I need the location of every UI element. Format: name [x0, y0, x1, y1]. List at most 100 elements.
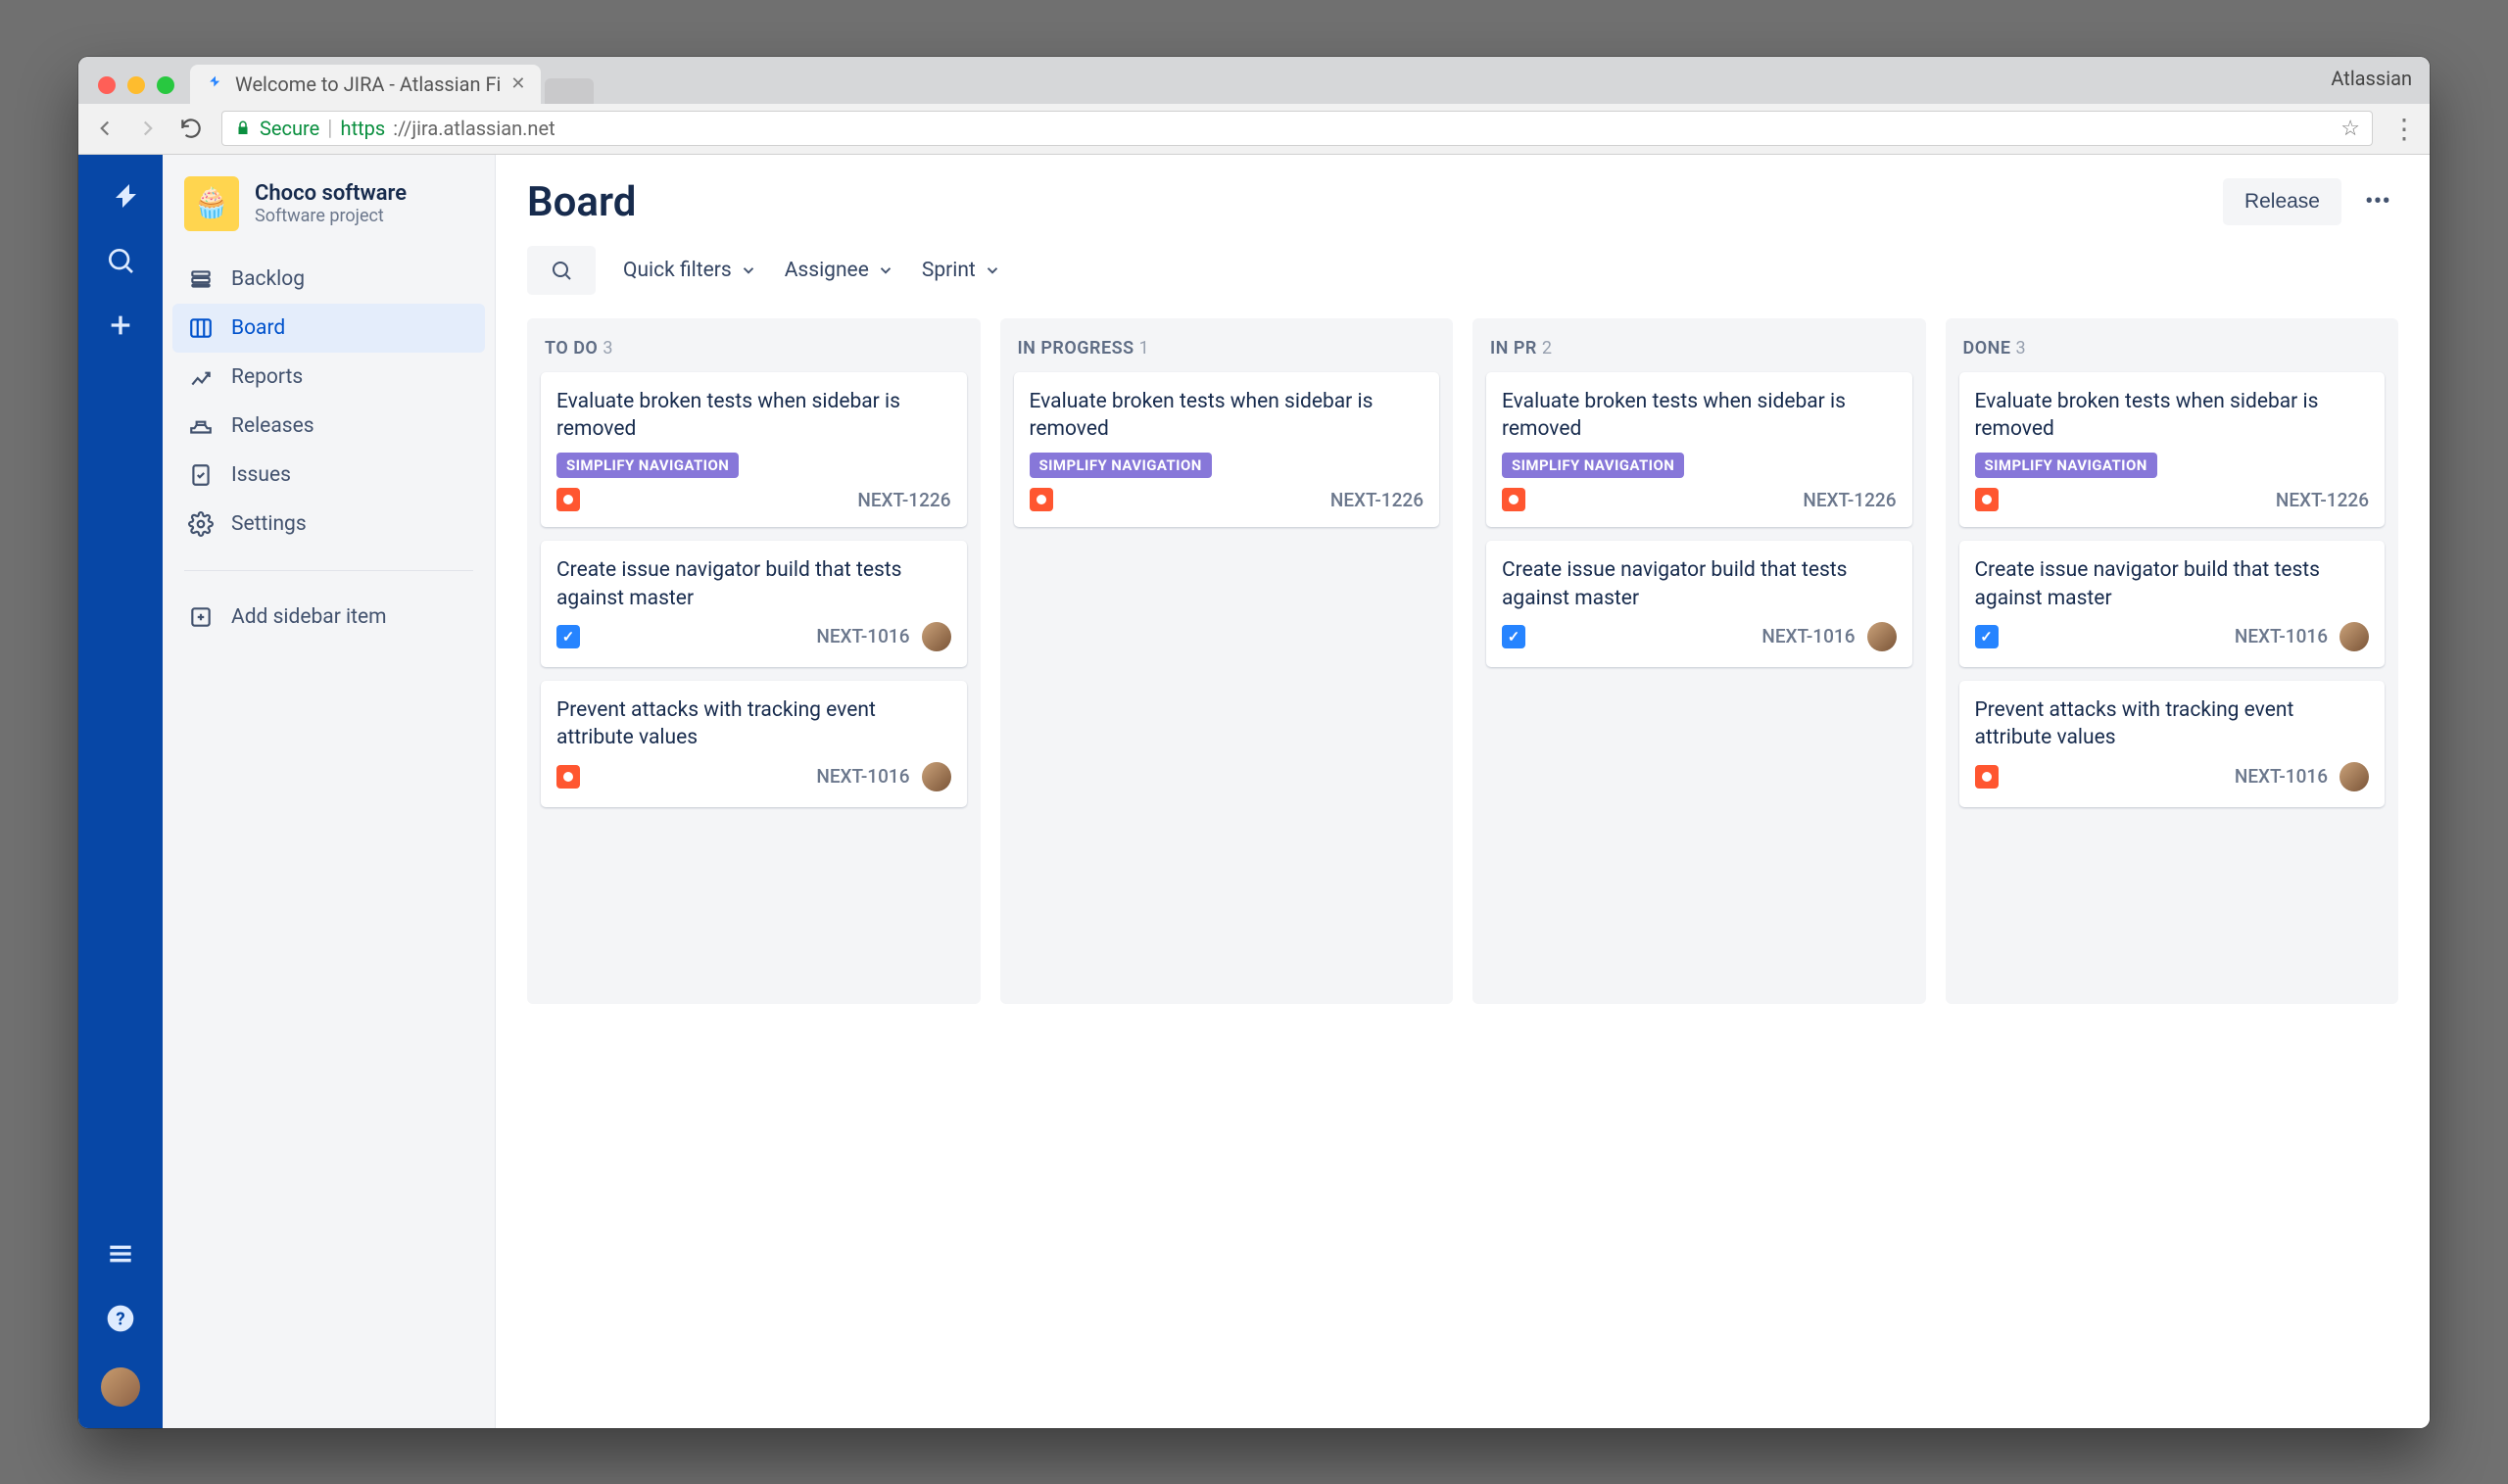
sidebar-item-reports[interactable]: Reports	[172, 353, 485, 402]
sidebar-item-label: Reports	[231, 365, 303, 389]
help-icon[interactable]: ?	[105, 1303, 136, 1334]
new-tab-button[interactable]	[545, 78, 594, 104]
board-column[interactable]: IN PR 2 Evaluate broken tests when sideba…	[1472, 318, 1926, 1004]
browser-profile-label[interactable]: Atlassian	[2331, 67, 2412, 90]
card-title: Prevent attacks with tracking event attr…	[1975, 696, 2370, 752]
epic-label[interactable]: SIMPLIFY NAVIGATION	[556, 453, 739, 478]
window-close-button[interactable]	[98, 76, 116, 94]
menu-icon[interactable]	[105, 1238, 136, 1269]
window-minimize-button[interactable]	[127, 76, 145, 94]
board-column[interactable]: IN PROGRESS 1 Evaluate broken tests when …	[1000, 318, 1454, 1004]
card-footer: NEXT-1016	[556, 622, 951, 651]
project-name: Choco software	[255, 181, 407, 206]
project-header[interactable]: 🧁 Choco software Software project	[163, 176, 495, 249]
card-footer-right: NEXT-1016	[2235, 622, 2369, 651]
card-title: Create issue navigator build that tests …	[1502, 556, 1897, 612]
card-footer-left	[1502, 625, 1525, 648]
sidebar-item-backlog[interactable]: Backlog	[172, 255, 485, 304]
assignee-avatar[interactable]	[922, 622, 951, 651]
issue-card[interactable]: Prevent attacks with tracking event attr…	[1959, 681, 2386, 807]
card-footer-left	[556, 625, 580, 648]
url-rest: ://jira.atlassian.net	[393, 117, 555, 140]
profile-avatar[interactable]	[101, 1367, 140, 1407]
issue-key: NEXT-1016	[2235, 625, 2328, 647]
issue-key: NEXT-1016	[816, 765, 909, 788]
browser-menu-icon[interactable]: ⋮	[2390, 113, 2416, 145]
issue-card[interactable]: Evaluate broken tests when sidebar is re…	[1959, 372, 2386, 528]
reload-icon[interactable]	[178, 116, 204, 141]
issue-card[interactable]: Create issue navigator build that tests …	[1486, 541, 1912, 667]
issue-card[interactable]: Evaluate broken tests when sidebar is re…	[1014, 372, 1440, 528]
epic-label[interactable]: SIMPLIFY NAVIGATION	[1975, 453, 2157, 478]
issue-key: NEXT-1226	[1803, 489, 1896, 511]
issue-type-task-icon	[1975, 625, 1999, 648]
sidebar-add-item[interactable]: Add sidebar item	[172, 593, 485, 642]
issue-type-bug-icon	[1975, 488, 1999, 511]
bookmark-star-icon[interactable]: ☆	[2340, 117, 2360, 141]
epic-label[interactable]: SIMPLIFY NAVIGATION	[1502, 453, 1684, 478]
sidebar-item-board[interactable]: Board	[172, 304, 485, 353]
gear-icon	[188, 511, 214, 537]
issue-card[interactable]: Evaluate broken tests when sidebar is re…	[1486, 372, 1912, 528]
create-icon[interactable]	[105, 310, 136, 341]
sidebar-item-settings[interactable]: Settings	[172, 500, 485, 549]
sidebar-item-label: Backlog	[231, 267, 305, 291]
issue-type-task-icon	[1502, 625, 1525, 648]
epic-label[interactable]: SIMPLIFY NAVIGATION	[1030, 453, 1212, 478]
board-column[interactable]: TO DO 3 Evaluate broken tests when sideba…	[527, 318, 981, 1004]
card-footer: NEXT-1016	[1502, 622, 1897, 651]
card-footer-right: NEXT-1226	[857, 489, 950, 511]
board-column[interactable]: DONE 3Evaluate broken tests when sidebar…	[1946, 318, 2399, 1004]
page-title: Board	[527, 178, 636, 226]
assignee-avatar[interactable]	[2339, 622, 2369, 651]
tab-close-icon[interactable]: ✕	[510, 73, 525, 94]
chevron-down-icon	[877, 262, 894, 279]
issue-type-bug-icon	[1975, 765, 1999, 789]
column-count: 2	[1542, 338, 1553, 359]
column-name: IN PR	[1490, 338, 1537, 359]
sidebar-item-issues[interactable]: Issues	[172, 451, 485, 500]
sidebar-item-releases[interactable]: Releases	[172, 402, 485, 451]
column-count: 1	[1139, 338, 1150, 359]
sidebar-divider	[184, 570, 473, 571]
assignee-avatar[interactable]	[1867, 622, 1897, 651]
sprint-dropdown[interactable]: Sprint	[922, 259, 1001, 282]
issue-card[interactable]: Evaluate broken tests when sidebar is re…	[541, 372, 967, 528]
issue-key: NEXT-1226	[2276, 489, 2369, 511]
card-footer-right: NEXT-1226	[1803, 489, 1896, 511]
issue-type-task-icon	[556, 625, 580, 648]
backlog-icon	[188, 266, 214, 292]
card-footer-left	[1030, 488, 1053, 511]
more-actions-button[interactable]: •••	[2357, 181, 2398, 222]
address-bar[interactable]: Secure | https://jira.atlassian.net ☆	[221, 111, 2373, 146]
release-button[interactable]: Release	[2223, 178, 2341, 225]
issue-card[interactable]: Prevent attacks with tracking event attr…	[541, 681, 967, 807]
jira-logo-icon[interactable]	[105, 180, 136, 212]
card-footer: NEXT-1016	[1975, 762, 2370, 791]
issue-card[interactable]: Create issue navigator build that tests …	[1959, 541, 2386, 667]
assignee-dropdown[interactable]: Assignee	[785, 259, 894, 282]
card-footer: NEXT-1226	[556, 488, 951, 511]
window-maximize-button[interactable]	[157, 76, 174, 94]
card-title: Prevent attacks with tracking event attr…	[556, 696, 951, 752]
issue-card[interactable]: Create issue navigator build that tests …	[541, 541, 967, 667]
column-header: IN PROGRESS 1	[1018, 338, 1436, 359]
app-body: ? 🧁 Choco software Software project Back…	[78, 155, 2430, 1428]
card-footer-left	[1975, 488, 1999, 511]
quick-filters-dropdown[interactable]: Quick filters	[623, 259, 757, 282]
assignee-avatar[interactable]	[922, 762, 951, 791]
issue-type-bug-icon	[556, 765, 580, 789]
search-icon[interactable]	[105, 245, 136, 276]
chevron-down-icon	[740, 262, 757, 279]
browser-tab[interactable]: Welcome to JIRA - Atlassian Fi ✕	[190, 65, 541, 104]
board-search-button[interactable]	[527, 246, 596, 295]
assignee-avatar[interactable]	[2339, 762, 2369, 791]
svg-text:?: ?	[116, 1308, 124, 1329]
column-header: TO DO 3	[545, 338, 963, 359]
issue-type-bug-icon	[1502, 488, 1525, 511]
nav-back-icon[interactable]	[92, 116, 118, 141]
nav-forward-icon[interactable]	[135, 116, 161, 141]
issue-type-bug-icon	[1030, 488, 1053, 511]
card-footer: NEXT-1016	[556, 762, 951, 791]
sprint-label: Sprint	[922, 259, 976, 282]
